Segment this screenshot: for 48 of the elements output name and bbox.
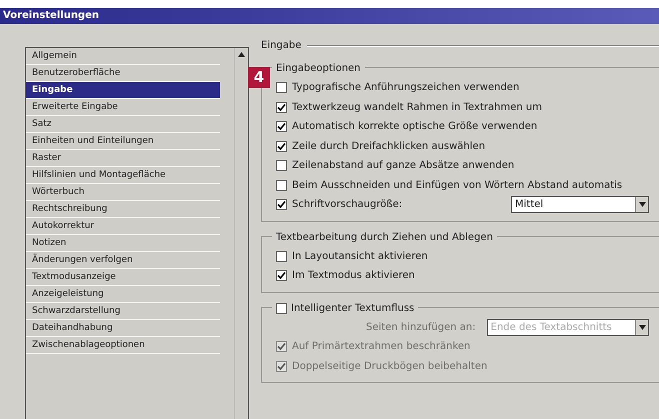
checkbox[interactable] [276,302,287,314]
sidebar-item[interactable]: Dateihandhabung [26,320,220,337]
caret-icon [635,320,648,335]
checkbox-label: Schriftvorschaugröße: [292,198,402,212]
sidebar-item[interactable]: Erweiterte Eingabe [26,99,220,116]
window-title: Voreinstellungen [0,8,659,24]
checkbox-label: In Layoutansicht aktivieren [292,250,428,264]
checkbox-label: Doppelseitige Druckbögen beibehalten [292,360,488,374]
sidebar-item[interactable]: Wörterbuch [26,184,220,201]
sidebar-item[interactable]: Zwischenablageoptionen [26,337,220,354]
checkbox[interactable] [276,140,287,152]
sidebar-item[interactable]: Textmodusanzeige [26,269,220,286]
sidebar-item[interactable]: Eingabe [26,82,220,99]
sidebar-item[interactable]: Rechtschreibung [26,201,220,218]
sidebar-item[interactable]: Anzeigeleistung [26,286,220,303]
sidebar-item[interactable]: Hilfslinien und Montagefläche [26,167,220,184]
checkbox-label: Im Textmodus aktivieren [292,269,415,284]
field-label: Seiten hinzufügen an: [366,320,476,335]
sidebar-item[interactable]: Schwarzdarstellung [26,303,220,320]
checkbox-label: Zeile durch Dreifachklicken auswählen [292,140,486,154]
group-title: Textbearbeitung durch Ziehen und Ablegen [276,230,493,244]
sidebar-item[interactable]: Autokorrektur [26,218,220,235]
checkbox[interactable] [276,82,287,94]
checkbox[interactable] [276,199,287,210]
panel-title: Eingabe [261,39,302,53]
checkbox[interactable] [276,270,287,282]
sidebar-item[interactable]: Notizen [26,235,220,252]
checkbox[interactable] [276,180,287,191]
checkbox-label: Beim Ausschneiden und Einfügen von Wörtern Abstand automatis [292,178,622,193]
checkbox[interactable] [276,102,287,113]
sidebar-item[interactable]: Raster [26,150,220,167]
checkbox-label: Textwerkzeug wandelt Rahmen in Textrahmen um [292,100,542,115]
checkbox[interactable] [276,121,287,132]
checkbox-label: Auf Primärtextrahmen beschränken [292,340,470,354]
sidebar-item[interactable]: Allgemein [26,48,220,65]
step-badge: 4 [248,67,270,88]
caret-icon [635,197,648,212]
checkbox-label: Automatisch korrekte optische Größe verwenden [292,120,538,134]
sidebar-item[interactable]: Änderungen verfolgen [26,252,220,269]
checkbox[interactable] [276,160,287,172]
checkbox-label: Typografische Anführungszeichen verwenden [292,81,520,96]
sidebar-item[interactable]: Satz [26,116,220,133]
group-title: Eingabeoptionen [276,62,361,76]
dropdown[interactable]: Mittel [511,196,649,214]
group-title: Intelligenter Textumfluss [291,302,414,316]
checkbox[interactable] [276,250,287,262]
sidebar-item[interactable]: Einheiten und Einteilungen [26,133,220,150]
checkbox-label: Zeilenabstand auf ganze Absätze anwenden [292,159,514,174]
